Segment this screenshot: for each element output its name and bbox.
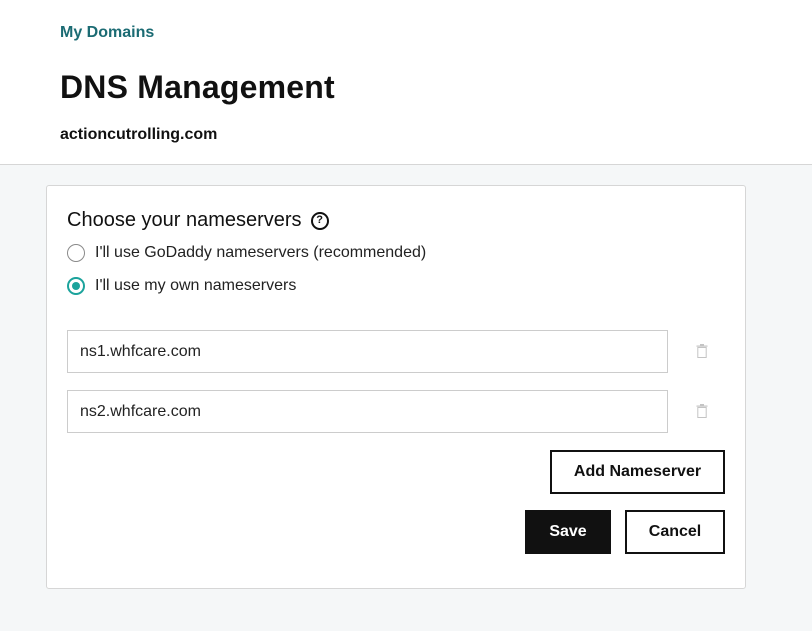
page-header: My Domains DNS Management actioncutrolli… <box>0 0 812 165</box>
radio-button-unchecked[interactable] <box>67 244 85 262</box>
nameserver-input-1[interactable] <box>67 330 668 373</box>
save-button[interactable]: Save <box>525 510 611 554</box>
section-title-text: Choose your nameservers <box>67 209 302 231</box>
radio-own-nameservers[interactable]: I'll use my own nameservers <box>67 277 296 295</box>
trash-icon[interactable] <box>696 344 708 358</box>
add-nameserver-button[interactable]: Add Nameserver <box>550 450 725 494</box>
domain-name: actioncutrolling.com <box>60 126 218 143</box>
radio-button-checked[interactable] <box>67 277 85 295</box>
nameserver-input-2[interactable] <box>67 390 668 433</box>
radio-godaddy-nameservers[interactable]: I'll use GoDaddy nameservers (recommende… <box>67 244 426 262</box>
radio-label: I'll use my own nameservers <box>95 277 297 294</box>
question-circle-icon[interactable]: ? <box>310 211 329 230</box>
radio-label: I'll use GoDaddy nameservers (recommende… <box>95 244 427 261</box>
trash-icon[interactable] <box>696 404 708 418</box>
cancel-button[interactable]: Cancel <box>625 510 725 554</box>
nameservers-card: Choose your nameservers ? I'll use GoDad… <box>46 185 746 589</box>
section-title: Choose your nameservers ? <box>67 209 329 232</box>
breadcrumb-my-domains[interactable]: My Domains <box>60 24 154 42</box>
page-title: DNS Management <box>60 69 335 105</box>
